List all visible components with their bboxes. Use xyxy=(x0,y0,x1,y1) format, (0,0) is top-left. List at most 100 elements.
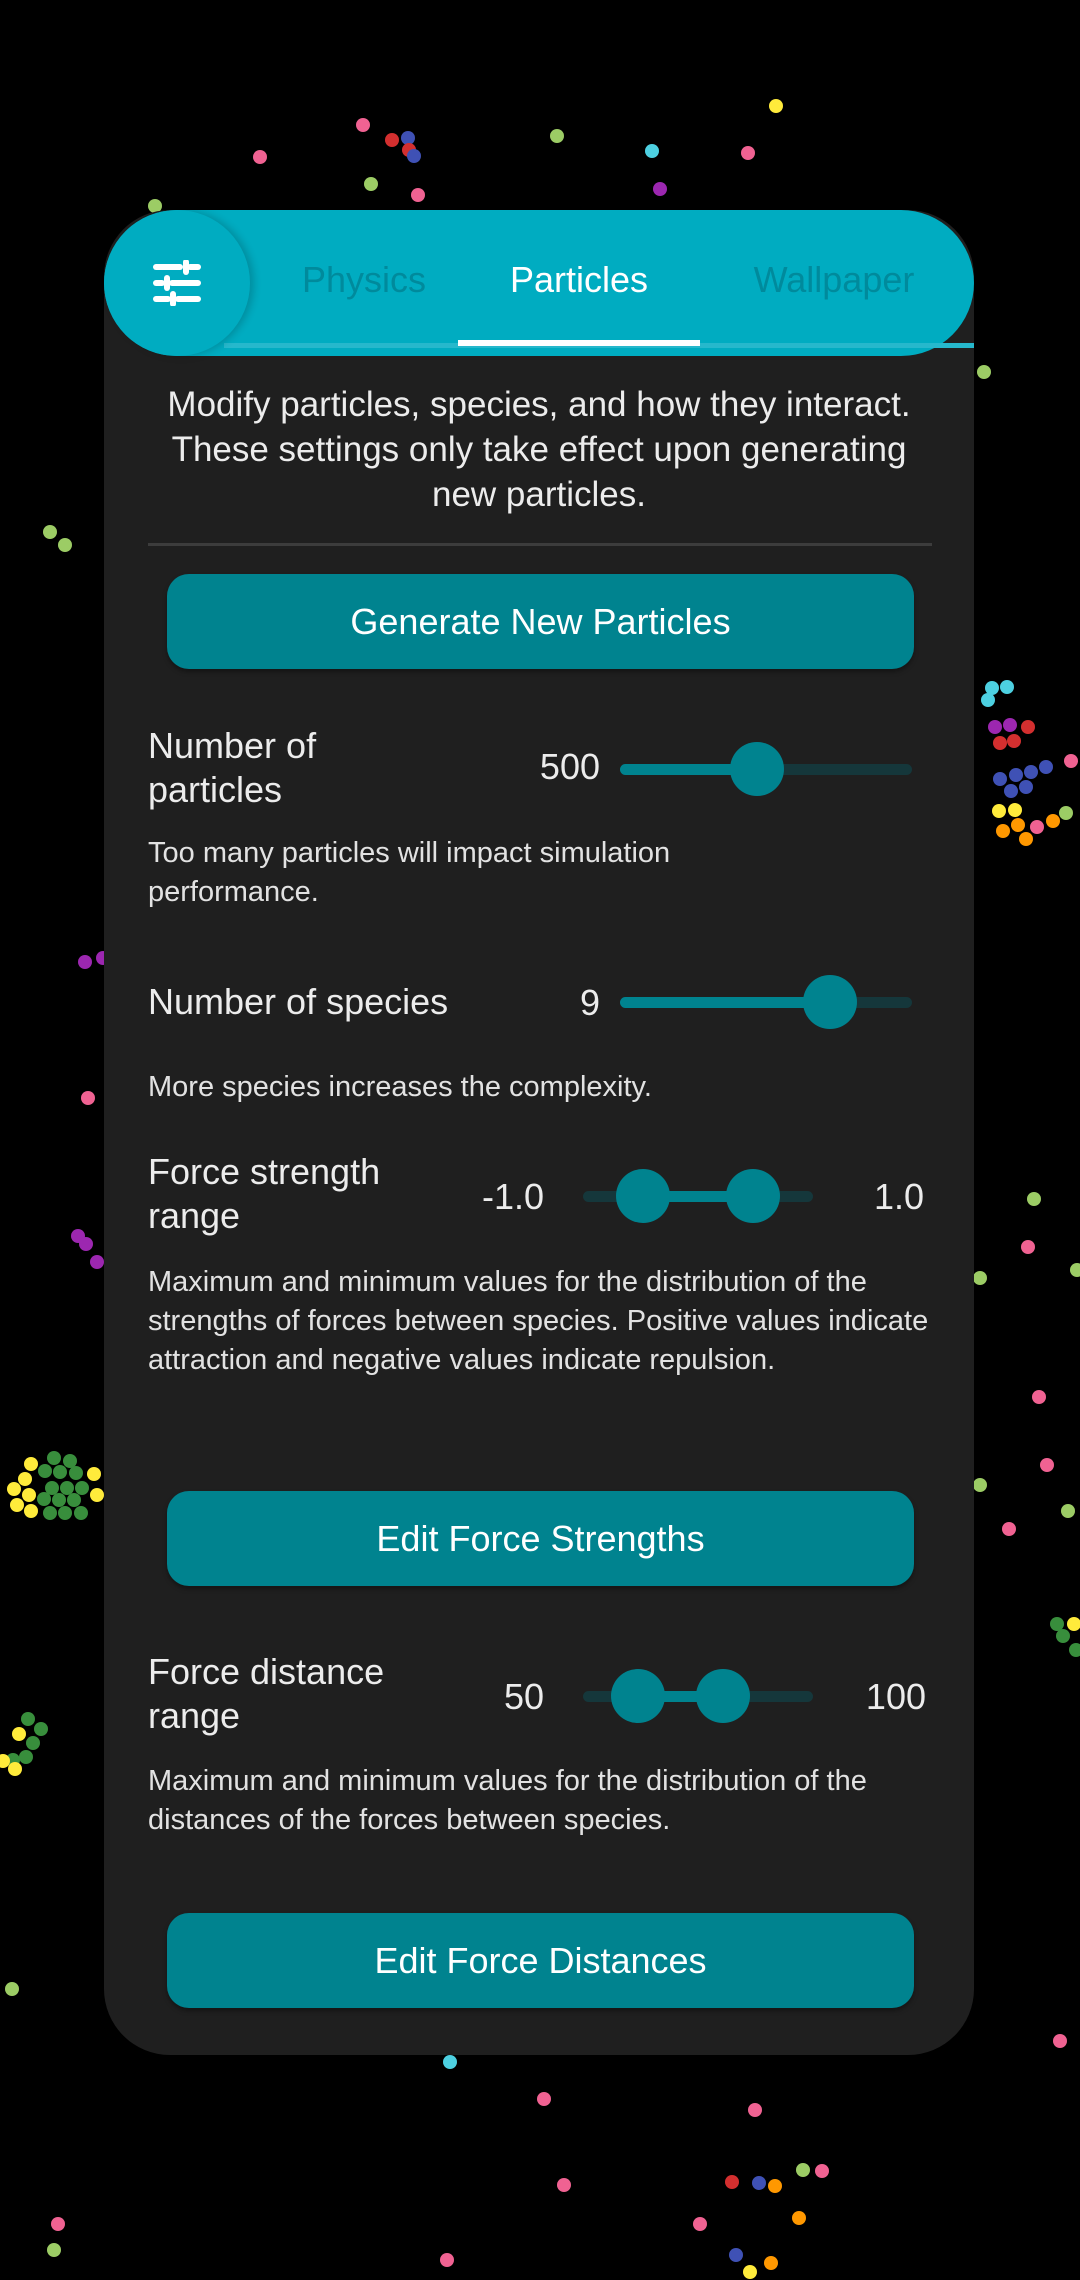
settings-menu-button[interactable] xyxy=(104,210,250,356)
particle xyxy=(1027,1192,1041,1206)
force-distance-range-slider[interactable] xyxy=(583,1666,813,1726)
particle xyxy=(43,1506,57,1520)
particle xyxy=(38,1464,52,1478)
particle xyxy=(1056,1629,1070,1643)
particle xyxy=(1007,734,1021,748)
num-species-label: Number of species xyxy=(148,981,449,1022)
particle xyxy=(24,1504,38,1518)
tab-wallpaper[interactable]: Wallpaper xyxy=(714,210,954,350)
particle xyxy=(1069,1643,1080,1657)
particle xyxy=(992,804,1006,818)
intro-text: Modify particles, species, and how they … xyxy=(167,385,911,514)
generate-new-particles-button[interactable]: Generate New Particles xyxy=(167,574,914,669)
particle xyxy=(1067,1617,1080,1631)
edit-force-distances-button[interactable]: Edit Force Distances xyxy=(167,1913,914,2008)
particle xyxy=(743,2265,757,2279)
active-tab-indicator xyxy=(458,340,700,346)
particle xyxy=(1059,806,1073,820)
slider-thumb-min[interactable] xyxy=(615,1169,670,1223)
edit-force-strengths-button[interactable]: Edit Force Strengths xyxy=(167,1491,914,1586)
particle xyxy=(90,1255,104,1269)
particle xyxy=(1030,820,1044,834)
particle xyxy=(768,2179,782,2193)
particle xyxy=(1019,832,1033,846)
particle xyxy=(407,149,421,163)
particle xyxy=(815,2164,829,2178)
particle xyxy=(47,1451,61,1465)
slider-thumb[interactable] xyxy=(803,975,858,1029)
force-strength-help: Maximum and minimum values for the distr… xyxy=(148,1266,929,1376)
particle xyxy=(12,1727,26,1741)
particle xyxy=(74,1506,88,1520)
force-strength-max-value: 1.0 xyxy=(873,1176,924,1217)
particle xyxy=(1061,1504,1075,1518)
particle xyxy=(411,188,425,202)
particle xyxy=(356,118,370,132)
particle xyxy=(58,1506,72,1520)
particle xyxy=(79,1237,93,1251)
particle xyxy=(973,1271,987,1285)
particle xyxy=(67,1493,81,1507)
particle xyxy=(58,538,72,552)
particle xyxy=(985,681,999,695)
force-strength-min-value: -1.0 xyxy=(481,1176,544,1217)
particle xyxy=(78,955,92,969)
tune-sliders-icon xyxy=(153,260,201,306)
particle xyxy=(1021,1240,1035,1254)
particle xyxy=(69,1466,83,1480)
particle xyxy=(34,1722,48,1736)
num-particles-value: 500 xyxy=(539,746,600,787)
slider-thumb[interactable] xyxy=(730,742,785,796)
particle xyxy=(1021,720,1035,734)
particle xyxy=(1046,814,1060,828)
particle xyxy=(1070,1263,1080,1277)
particle xyxy=(1011,818,1025,832)
particle xyxy=(1002,1522,1016,1536)
particle xyxy=(693,2217,707,2231)
particle xyxy=(645,144,659,158)
particle xyxy=(981,693,995,707)
particle xyxy=(18,1472,32,1486)
tab-bar: Physics Particles Wallpaper xyxy=(104,210,974,356)
slider-thumb-max[interactable] xyxy=(726,1169,781,1223)
particle xyxy=(10,1498,24,1512)
particle xyxy=(47,2243,61,2257)
particle xyxy=(87,1467,101,1481)
particle xyxy=(19,1750,33,1764)
particle xyxy=(1053,2034,1067,2048)
particle xyxy=(1032,1390,1046,1404)
particle xyxy=(24,1457,38,1471)
particle xyxy=(1004,784,1018,798)
slider-fill xyxy=(620,997,831,1008)
slider-thumb-min[interactable] xyxy=(611,1669,666,1723)
particle xyxy=(51,2217,65,2231)
tab-physics[interactable]: Physics xyxy=(264,210,464,350)
particle xyxy=(26,1736,40,1750)
particle xyxy=(537,2092,551,2106)
slider-thumb-max[interactable] xyxy=(696,1669,751,1723)
particle xyxy=(977,365,991,379)
particle xyxy=(440,2253,454,2267)
num-species-value: 9 xyxy=(579,982,600,1023)
num-particles-slider[interactable] xyxy=(620,739,912,799)
particle xyxy=(385,133,399,147)
particle xyxy=(741,146,755,160)
particle xyxy=(796,2163,810,2177)
divider xyxy=(148,543,932,546)
particle xyxy=(21,1712,35,1726)
particle xyxy=(1019,780,1033,794)
force-distance-help: Maximum and minimum values for the distr… xyxy=(148,1765,867,1836)
particle xyxy=(53,1465,67,1479)
num-species-slider[interactable] xyxy=(620,972,912,1032)
particle xyxy=(996,824,1010,838)
particle xyxy=(22,1488,36,1502)
particle xyxy=(653,182,667,196)
particle xyxy=(729,2248,743,2262)
particle xyxy=(993,736,1007,750)
force-strength-range-slider[interactable] xyxy=(583,1166,813,1226)
particle xyxy=(1040,1458,1054,1472)
num-particles-label: Number of particles xyxy=(148,725,317,810)
particle xyxy=(443,2055,457,2069)
particle xyxy=(725,2175,739,2189)
tab-particles[interactable]: Particles xyxy=(459,210,699,350)
